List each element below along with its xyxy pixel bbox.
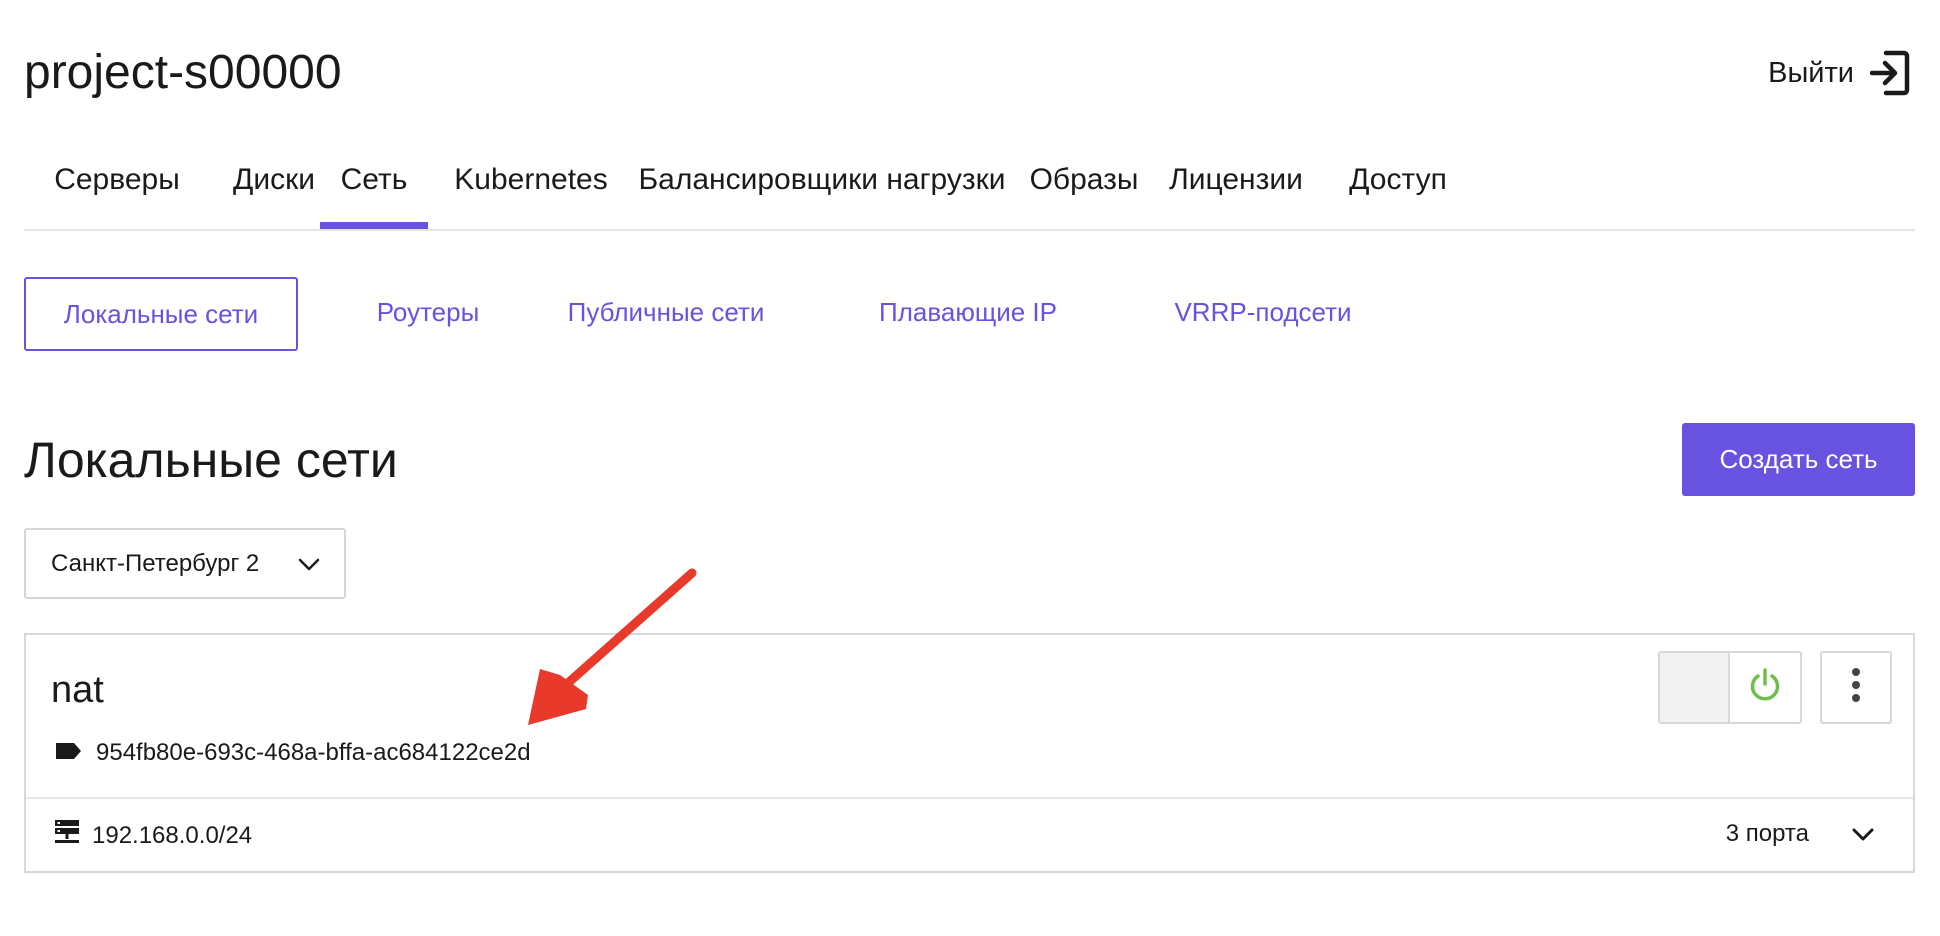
tab-images[interactable]: Образы <box>1024 140 1144 227</box>
subnet-cidr: 192.168.0.0/24 <box>92 821 253 849</box>
tab-access[interactable]: Доступ <box>1324 140 1472 227</box>
network-card: nat 954fb80e-693c-468a-bffa-ac684122ce2d… <box>24 633 1915 873</box>
subtab-local-networks[interactable]: Локальные сети <box>24 277 298 351</box>
logout-icon <box>1870 49 1910 97</box>
region-select-value: Санкт-Петербург 2 <box>51 549 260 577</box>
more-vertical-icon <box>1851 667 1861 708</box>
network-name: nat <box>51 669 104 711</box>
section-title: Локальные сети <box>24 432 398 488</box>
power-on-button[interactable] <box>1730 653 1800 722</box>
region-select[interactable]: Санкт-Петербург 2 <box>24 528 346 599</box>
tab-load-balancers[interactable]: Балансировщики нагрузки <box>638 140 1006 227</box>
tab-disks[interactable]: Диски <box>210 140 338 227</box>
power-toggle <box>1658 651 1802 724</box>
tab-servers[interactable]: Серверы <box>24 140 210 227</box>
power-icon <box>1747 667 1783 708</box>
subtab-vrrp-subnets[interactable]: VRRP-подсети <box>1152 277 1374 347</box>
network-id-row: 954fb80e-693c-468a-bffa-ac684122ce2d <box>54 739 531 767</box>
annotation-arrow <box>510 565 700 740</box>
server-rack-icon <box>54 819 80 852</box>
power-off-button[interactable] <box>1660 653 1730 722</box>
logout-button[interactable]: Выйти <box>1768 38 1910 108</box>
expand-button[interactable] <box>1851 823 1875 852</box>
subnet-row: 192.168.0.0/24 <box>54 819 252 852</box>
header: project-s00000 Выйти <box>24 38 1916 108</box>
logout-label: Выйти <box>1768 56 1854 89</box>
main-tabs: Серверы Диски Сеть Kubernetes Балансиров… <box>24 140 1915 231</box>
subtab-public-networks[interactable]: Публичные сети <box>546 277 786 347</box>
chevron-down-icon <box>298 553 320 580</box>
ports-count: 3 порта <box>1725 820 1809 847</box>
tab-network[interactable]: Сеть <box>320 140 428 229</box>
project-title: project-s00000 <box>24 46 342 99</box>
create-network-button[interactable]: Создать сеть <box>1682 423 1915 496</box>
tag-icon <box>54 741 82 766</box>
tab-licenses[interactable]: Лицензии <box>1160 140 1312 227</box>
chevron-down-icon <box>1851 828 1875 851</box>
subtab-routers[interactable]: Роутеры <box>348 277 508 347</box>
more-options-button[interactable] <box>1820 651 1892 724</box>
tab-kubernetes[interactable]: Kubernetes <box>448 140 614 227</box>
subtab-floating-ip[interactable]: Плавающие IP <box>848 277 1088 347</box>
card-divider <box>26 797 1913 799</box>
network-id: 954fb80e-693c-468a-bffa-ac684122ce2d <box>96 739 531 766</box>
